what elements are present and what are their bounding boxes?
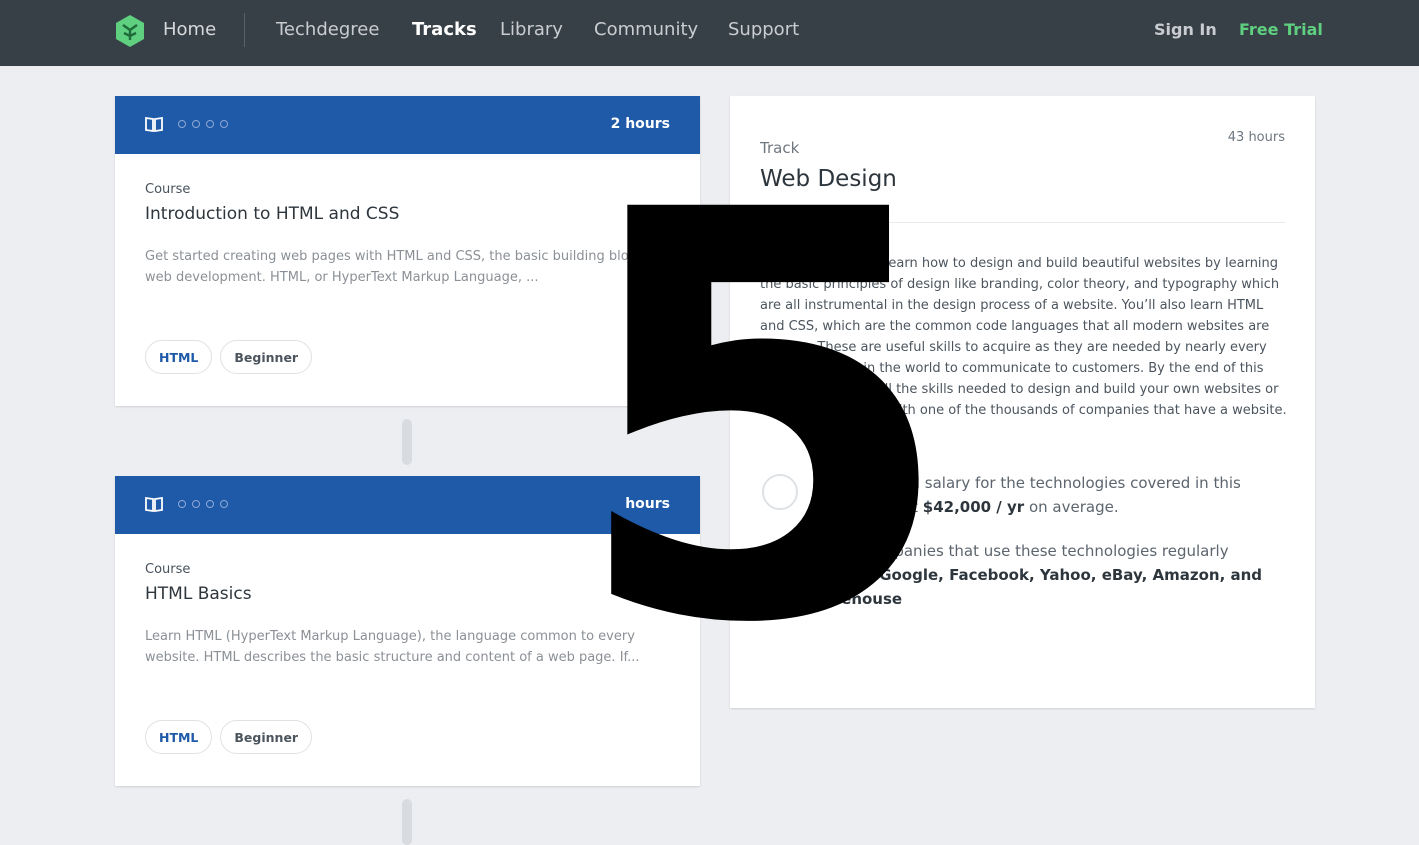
progress-dot	[206, 500, 214, 508]
progress-dots	[178, 500, 228, 508]
nav-link-tracks[interactable]: Tracks	[412, 19, 477, 40]
track-connector	[402, 799, 412, 845]
track-connector	[402, 419, 412, 465]
course-tags: HTML Beginner	[145, 720, 313, 754]
progress-dot	[206, 120, 214, 128]
tag-html[interactable]: HTML	[145, 720, 213, 754]
nav-home-link[interactable]: Home	[163, 19, 216, 40]
nav-divider	[244, 13, 245, 47]
course-tags: HTML Beginner	[145, 340, 313, 374]
overlay-number: 5	[568, 94, 958, 746]
tag-level[interactable]: Beginner	[220, 340, 313, 374]
tag-html[interactable]: HTML	[145, 340, 213, 374]
track-hours: 43 hours	[1227, 130, 1285, 145]
book-icon	[145, 496, 163, 512]
course-label: Course	[145, 182, 191, 197]
progress-dot	[192, 120, 200, 128]
book-icon	[145, 116, 163, 132]
treehouse-logo-icon[interactable]	[113, 14, 147, 48]
progress-dot	[178, 120, 186, 128]
nav-link-community[interactable]: Community	[594, 19, 698, 40]
top-nav: Home Techdegree Tracks Library Community…	[0, 0, 1419, 66]
sign-in-link[interactable]: Sign In	[1154, 20, 1217, 39]
salary-suffix: on average.	[1028, 498, 1119, 516]
nav-link-library[interactable]: Library	[500, 19, 563, 40]
nav-link-support[interactable]: Support	[728, 19, 799, 40]
progress-dots	[178, 120, 228, 128]
tag-level[interactable]: Beginner	[220, 720, 313, 754]
free-trial-link[interactable]: Free Trial	[1239, 20, 1323, 39]
course-title[interactable]: Introduction to HTML and CSS	[145, 204, 399, 224]
progress-dot	[178, 500, 186, 508]
course-label: Course	[145, 562, 191, 577]
progress-dot	[220, 500, 228, 508]
nav-link-techdegree[interactable]: Techdegree	[276, 19, 379, 40]
progress-dot	[192, 500, 200, 508]
progress-dot	[220, 120, 228, 128]
course-title[interactable]: HTML Basics	[145, 584, 252, 604]
